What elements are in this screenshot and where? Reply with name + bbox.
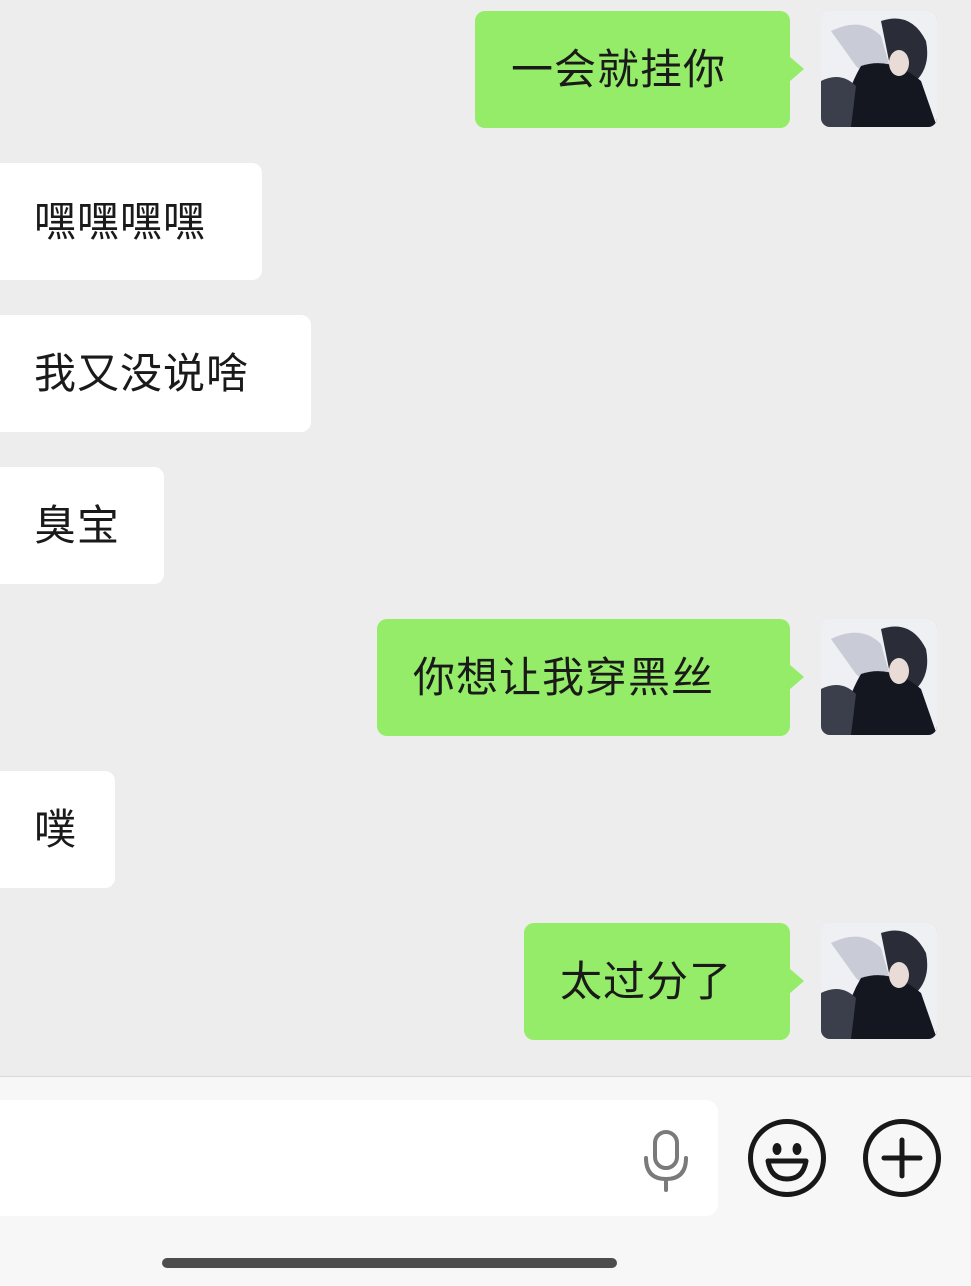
- chat-input-bar: [0, 1076, 971, 1286]
- message-bubble-received[interactable]: 嘿嘿嘿嘿: [0, 163, 262, 280]
- plus-icon: [881, 1137, 923, 1179]
- emoji-button[interactable]: [748, 1119, 826, 1197]
- avatar-image: [821, 11, 937, 127]
- more-functions-button[interactable]: [863, 1119, 941, 1197]
- message-input[interactable]: [0, 1100, 718, 1216]
- microphone-icon[interactable]: [640, 1129, 692, 1193]
- my-avatar[interactable]: [821, 11, 937, 127]
- message-bubble-sent[interactable]: 你想让我穿黑丝: [377, 619, 804, 736]
- message-bubble-received[interactable]: 我又没说啥: [0, 315, 311, 432]
- message-bubble-received[interactable]: 臭宝: [0, 467, 164, 584]
- avatar-image: [821, 619, 937, 735]
- home-indicator[interactable]: [162, 1258, 617, 1268]
- message-bubble-received[interactable]: 噗: [0, 771, 115, 888]
- message-bubble-sent[interactable]: 太过分了: [524, 923, 804, 1040]
- emoji-smile-icon: [765, 1143, 809, 1182]
- chat-message-list[interactable]: 一会就挂你 嘿嘿嘿嘿 我又没说啥 臭宝 你想让我穿黑丝 噗 太过分了: [0, 0, 971, 1076]
- avatar-image: [821, 923, 937, 1039]
- message-bubble-sent[interactable]: 一会就挂你: [475, 11, 804, 128]
- my-avatar[interactable]: [821, 619, 937, 735]
- my-avatar[interactable]: [821, 923, 937, 1039]
